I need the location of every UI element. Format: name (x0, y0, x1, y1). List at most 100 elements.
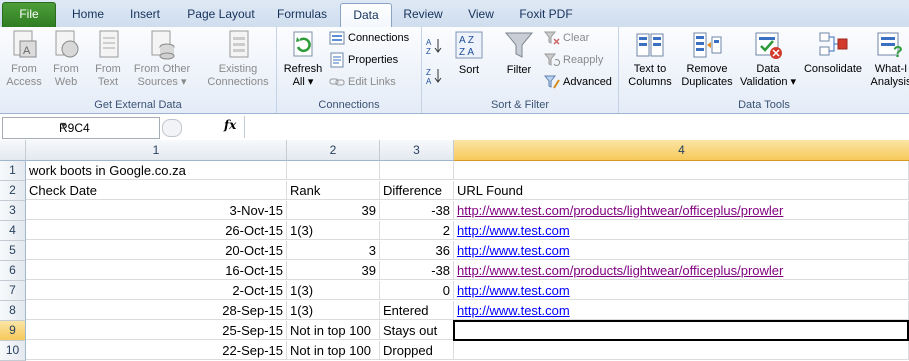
name-box[interactable]: R9C4 ▼ (2, 117, 160, 139)
data-validation-button[interactable]: Data Validation ▾ (739, 29, 797, 89)
tab-data[interactable]: Data (340, 3, 392, 29)
cell-r6c1[interactable]: 16-Oct-15 (26, 261, 287, 280)
cell-r5c3[interactable]: 36 (380, 241, 454, 260)
text-to-columns-button[interactable]: Text to Columns (625, 29, 675, 89)
cell-r3c4[interactable]: http://www.test.com/products/lightwear/o… (454, 201, 909, 220)
cell-r7c2[interactable]: 1(3) (287, 281, 380, 300)
from-text-button[interactable]: From Text (88, 29, 128, 89)
whatif-label-2: Analysis (870, 76, 909, 88)
cell-r5c1[interactable]: 20-Oct-15 (26, 241, 287, 260)
cell-r1c4[interactable] (454, 161, 909, 180)
cell-r10c3[interactable]: Dropped (380, 341, 454, 360)
remove-duplicates-button[interactable]: Remove Duplicates (679, 29, 735, 89)
row-header-9[interactable]: 9 (0, 321, 26, 341)
edit-links-label: Edit Links (348, 76, 396, 88)
row-header-2[interactable]: 2 (0, 181, 26, 201)
edit-links-button[interactable]: Edit Links (329, 74, 396, 92)
cell-r4c4[interactable]: http://www.test.com (454, 221, 909, 240)
tab-review[interactable]: Review (394, 3, 452, 27)
cell-r2c4[interactable]: URL Found (454, 181, 909, 200)
row-header-10[interactable]: 10 (0, 341, 26, 361)
consolidate-button[interactable]: Consolidate (801, 29, 865, 76)
cell-r6c3[interactable]: -38 (380, 261, 454, 280)
cell-r7c3[interactable]: 0 (380, 281, 454, 300)
properties-button[interactable]: Properties (329, 52, 398, 70)
properties-label: Properties (348, 54, 399, 66)
filter-label: Filter (506, 64, 532, 76)
existing-connections-button[interactable]: Existing Connections (204, 29, 272, 89)
row-header-3[interactable]: 3 (0, 201, 26, 221)
tab-insert[interactable]: Insert (118, 3, 172, 27)
reapply-button[interactable]: Reapply (543, 52, 603, 70)
column-header-1[interactable]: 1 (26, 140, 287, 161)
cell-r5c2[interactable]: 3 (287, 241, 380, 260)
cell-r8c1[interactable]: 28-Sep-15 (26, 301, 287, 320)
cell-r2c1[interactable]: Check Date (26, 181, 287, 200)
cell-r6c4[interactable]: http://www.test.com/products/lightwear/o… (454, 261, 909, 280)
cell-r3c3[interactable]: -38 (380, 201, 454, 220)
sort-button[interactable]: A ZZ A Sort (450, 29, 488, 77)
tab-home[interactable]: Home (62, 3, 114, 27)
cell-r3c2[interactable]: 39 (287, 201, 380, 220)
group-sort-filter: AZ ZA A ZZ A Sort Filter Clear Reapply A… (422, 27, 619, 113)
column-header-4[interactable]: 4 (454, 140, 909, 161)
cell-r8c4[interactable]: http://www.test.com (454, 301, 909, 320)
other-sources-icon (146, 29, 178, 61)
row-header-5[interactable]: 5 (0, 241, 26, 261)
row-header-7[interactable]: 7 (0, 281, 26, 301)
worksheet-grid: 1 2 3 4 1 work boots in Google.co.za 2 Chec… (0, 140, 909, 361)
cell-r8c2[interactable]: 1(3) (287, 301, 380, 320)
column-header-3[interactable]: 3 (380, 140, 454, 161)
what-if-analysis-button[interactable]: ? What-I Analysis (869, 29, 909, 89)
cell-r9c2[interactable]: Not in top 100 (287, 321, 380, 340)
cell-r4c2[interactable]: 1(3) (287, 221, 380, 240)
cell-r1c2[interactable] (287, 161, 380, 180)
access-icon: A (8, 29, 40, 61)
cell-r2c2[interactable]: Rank (287, 181, 380, 200)
row-header-4[interactable]: 4 (0, 221, 26, 241)
consolidate-label: Consolidate (803, 63, 863, 75)
connections-button[interactable]: Connections (329, 30, 409, 48)
cell-r10c2[interactable]: Not in top 100 (287, 341, 380, 360)
cell-r7c1[interactable]: 2-Oct-15 (26, 281, 287, 300)
cell-r9c1[interactable]: 25-Sep-15 (26, 321, 287, 340)
cell-r10c4[interactable] (454, 341, 909, 360)
tab-formulas[interactable]: Formulas (268, 3, 336, 27)
cell-r3c1[interactable]: 3-Nov-15 (26, 201, 287, 220)
chevron-down-icon[interactable]: ▼ (59, 120, 156, 130)
cell-r1c1[interactable]: work boots in Google.co.za (26, 161, 287, 180)
from-other-label-1: From Other (133, 63, 191, 75)
select-all-corner[interactable] (0, 140, 26, 161)
sort-z-to-a-button[interactable]: ZA (426, 67, 445, 86)
tab-file[interactable]: File (2, 2, 56, 27)
cell-r8c3[interactable]: Entered (380, 301, 454, 320)
group-get-external-data: A From Access From Web From Text From Ot… (0, 27, 277, 113)
cell-r4c1[interactable]: 26-Oct-15 (26, 221, 287, 240)
cell-r4c3[interactable]: 2 (380, 221, 454, 240)
tab-foxit-pdf[interactable]: Foxit PDF (510, 3, 582, 27)
sort-a-to-z-button[interactable]: AZ (426, 37, 445, 56)
from-access-button[interactable]: A From Access (4, 29, 44, 89)
row-header-1[interactable]: 1 (0, 161, 26, 181)
cell-r7c4[interactable]: http://www.test.com (454, 281, 909, 300)
row-header-8[interactable]: 8 (0, 301, 26, 321)
column-header-2[interactable]: 2 (287, 140, 380, 161)
clear-button[interactable]: Clear (543, 30, 589, 48)
advanced-button[interactable]: Advanced (543, 74, 612, 92)
tab-page-layout[interactable]: Page Layout (178, 3, 264, 27)
cell-r5c4[interactable]: http://www.test.com (454, 241, 909, 260)
filter-button[interactable]: Filter (498, 29, 540, 77)
formula-bar-resize-handle[interactable] (162, 119, 182, 137)
insert-function-button[interactable]: fx (224, 118, 236, 132)
from-other-sources-button[interactable]: From Other Sources ▾ (128, 29, 196, 89)
formula-input[interactable] (244, 116, 909, 138)
refresh-all-button[interactable]: Refresh All ▾ (279, 29, 327, 89)
cell-r10c1[interactable]: 22-Sep-15 (26, 341, 287, 360)
cell-r1c3[interactable] (380, 161, 454, 180)
cell-r6c2[interactable]: 39 (287, 261, 380, 280)
cell-r9c3[interactable]: Stays out (380, 321, 454, 340)
from-web-button[interactable]: From Web (46, 29, 86, 89)
cell-r2c3[interactable]: Difference (380, 181, 454, 200)
row-header-6[interactable]: 6 (0, 261, 26, 281)
tab-view[interactable]: View (456, 3, 506, 27)
